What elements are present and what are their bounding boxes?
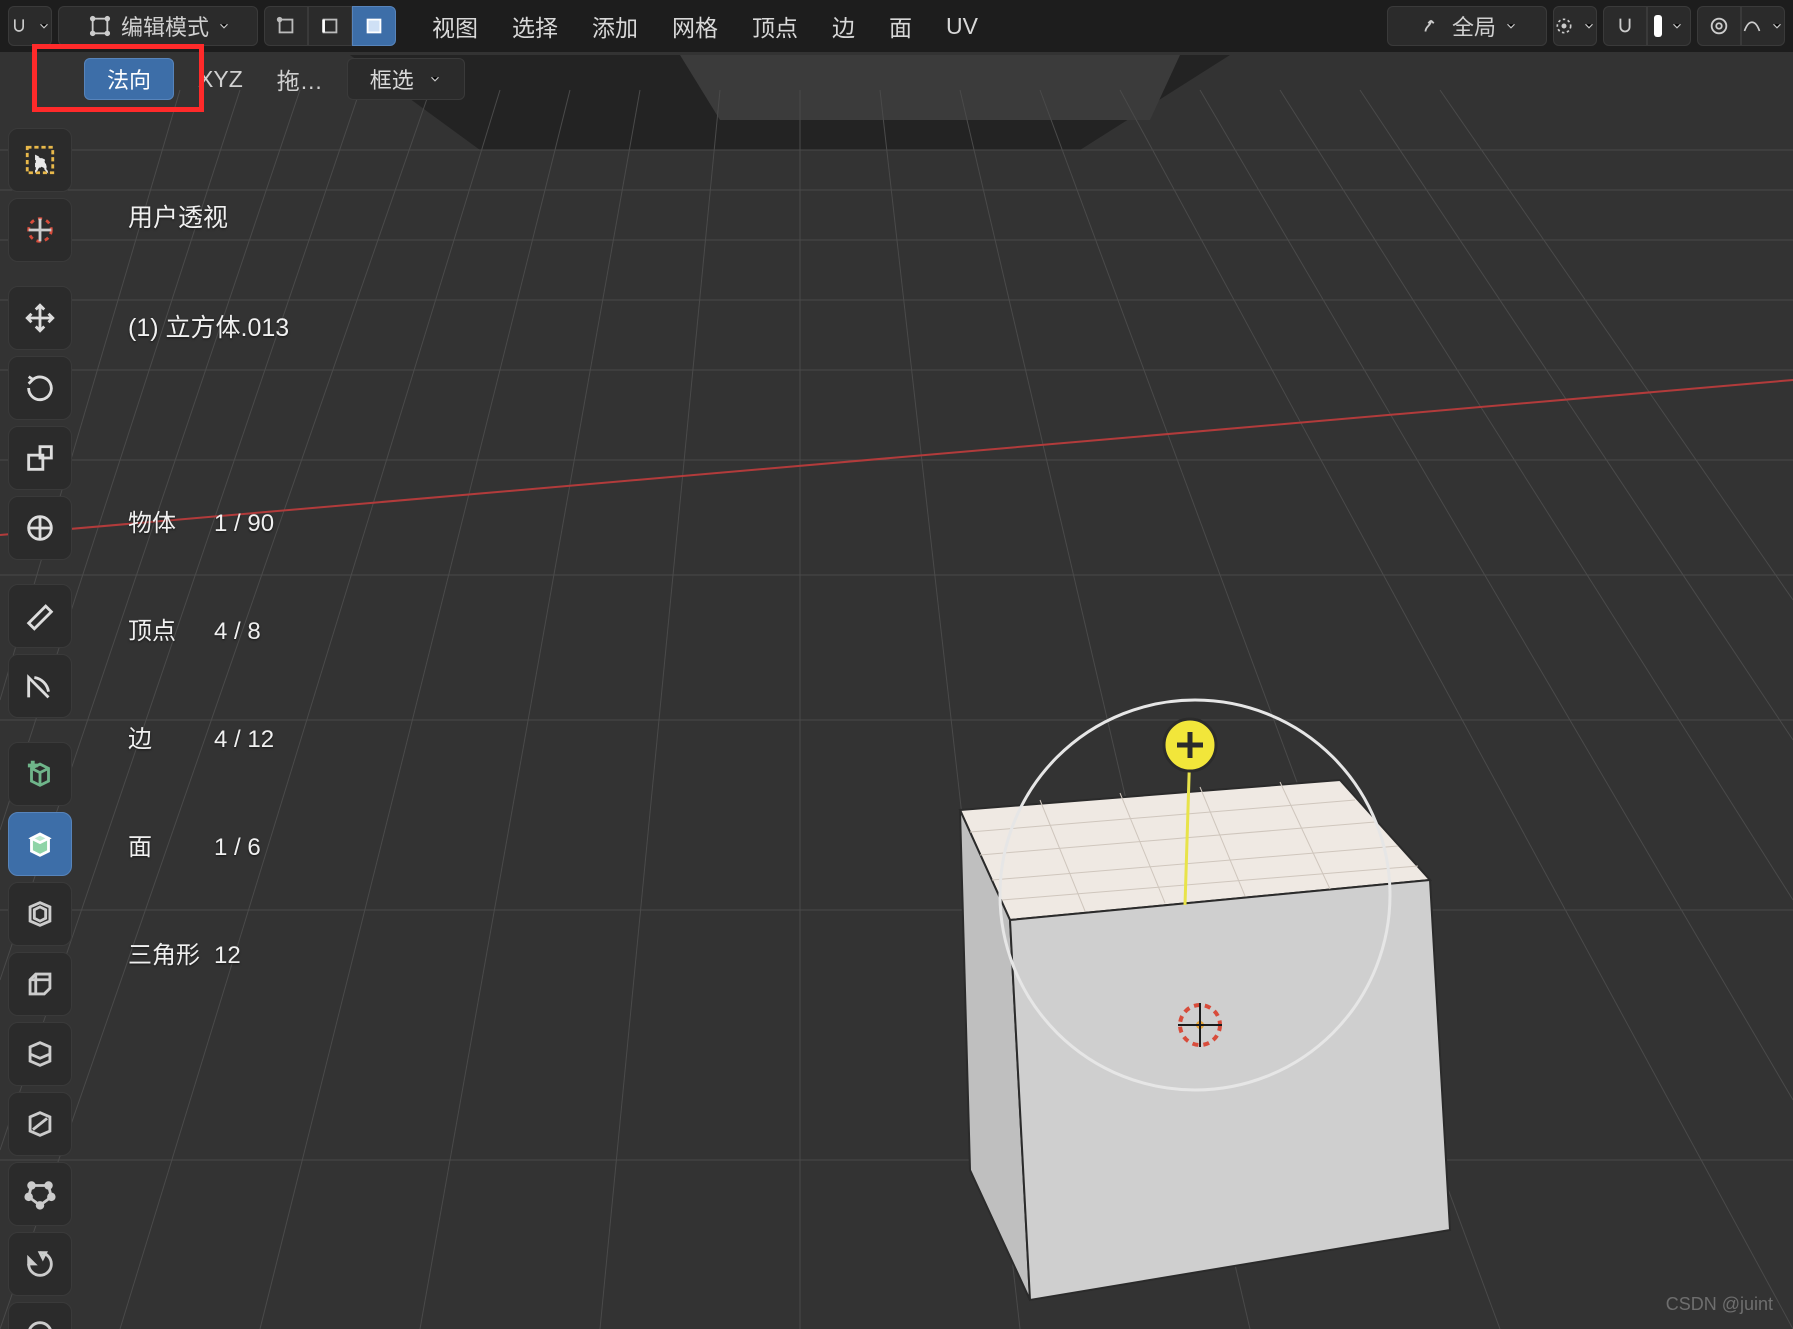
menu-vertex[interactable]: 顶点: [738, 9, 812, 43]
snap-dropdown[interactable]: [8, 6, 52, 46]
tool-annotate[interactable]: [8, 584, 72, 648]
tool-rotate[interactable]: [8, 356, 72, 420]
select-mode-dropdown[interactable]: 框选: [347, 58, 465, 100]
tool-add-cube[interactable]: +: [8, 742, 72, 806]
proportional-falloff[interactable]: [1741, 6, 1785, 46]
menu-uv[interactable]: UV: [932, 13, 992, 40]
mode-dropdown[interactable]: 编辑模式: [58, 6, 258, 46]
menu-edge[interactable]: 边: [818, 9, 869, 43]
menu-face[interactable]: 面: [875, 9, 926, 43]
menu-select[interactable]: 选择: [498, 9, 572, 43]
tool-poly-build[interactable]: [8, 1162, 72, 1226]
edge-select-mode[interactable]: [308, 6, 352, 46]
tool-scale[interactable]: [8, 426, 72, 490]
proportional-edit-toggle[interactable]: [1697, 6, 1741, 46]
snap-toggle[interactable]: [1603, 6, 1647, 46]
mode-label: 编辑模式: [121, 10, 209, 42]
face-select-mode[interactable]: [352, 6, 396, 46]
pivot-dropdown[interactable]: [1553, 6, 1597, 46]
cube-mesh[interactable]: [960, 780, 1450, 1300]
tool-select-box[interactable]: [8, 128, 72, 192]
stat-row: 顶点4 / 8: [128, 614, 289, 650]
left-toolbar: +: [8, 128, 72, 1329]
tool-measure[interactable]: [8, 654, 72, 718]
overlay-perspective-label: 用户透视: [128, 200, 289, 236]
select-mode-label: 框选: [370, 63, 414, 95]
stat-row: 边4 / 12: [128, 722, 289, 758]
svg-text:+: +: [29, 758, 37, 774]
snap-color[interactable]: [1647, 6, 1691, 46]
xyz-label[interactable]: XYZ: [188, 66, 253, 93]
menu-add[interactable]: 添加: [578, 9, 652, 43]
stat-row: 面1 / 6: [128, 830, 289, 866]
stat-row: 三角形12: [128, 938, 289, 974]
tool-settings-bar: 法向 XYZ 拖… 框选: [0, 52, 1793, 106]
tool-knife[interactable]: [8, 1092, 72, 1156]
tool-transform[interactable]: [8, 496, 72, 560]
stat-row: 物体1 / 90: [128, 506, 289, 542]
menu-mesh[interactable]: 网格: [658, 9, 732, 43]
tool-extrude[interactable]: [8, 812, 72, 876]
watermark: CSDN @juint: [1666, 1294, 1773, 1315]
tool-spin[interactable]: [8, 1232, 72, 1296]
header-bar: 编辑模式 视图 选择 添加 网格 顶点 边 面 UV 全局: [0, 0, 1793, 52]
drag-label[interactable]: 拖…: [267, 62, 333, 96]
tool-bevel[interactable]: [8, 952, 72, 1016]
vertex-select-mode[interactable]: [264, 6, 308, 46]
orientation-label: 全局: [1452, 10, 1496, 42]
tool-smooth[interactable]: [8, 1302, 72, 1329]
tool-inset[interactable]: [8, 882, 72, 946]
menu-view[interactable]: 视图: [418, 9, 492, 43]
orientation-dropdown[interactable]: 全局: [1387, 6, 1547, 46]
normal-orientation-button[interactable]: 法向: [84, 58, 174, 100]
tool-cursor[interactable]: [8, 198, 72, 262]
tool-move[interactable]: [8, 286, 72, 350]
normal-handle-plus[interactable]: [1164, 719, 1216, 771]
overlay-object-name: (1) 立方体.013: [128, 310, 289, 346]
tool-loop-cut[interactable]: [8, 1022, 72, 1086]
select-mode-group: [264, 6, 396, 46]
viewport-overlay-stats: 用户透视 (1) 立方体.013 物体1 / 90 顶点4 / 8 边4 / 1…: [128, 128, 289, 1010]
